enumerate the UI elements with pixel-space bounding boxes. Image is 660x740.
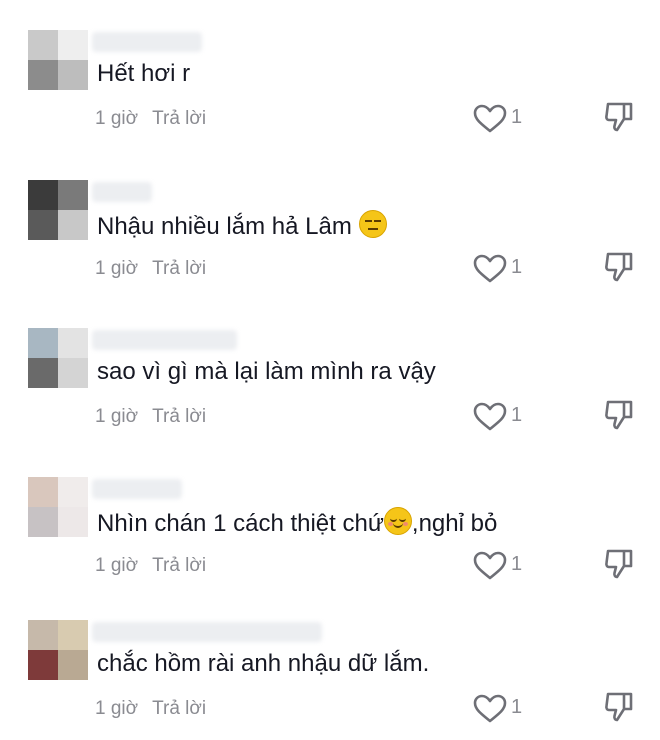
avatar-pixel <box>28 650 58 680</box>
avatar-pixel <box>28 328 58 358</box>
comment-item: Nhìn chán 1 cách thiệt chứ ,nghỉ bỏ 1 giờ… <box>0 447 660 597</box>
comment-item: chắc hồm rài anh nhậu dữ lắm. 1 giờ Trả l… <box>0 590 660 740</box>
avatar-pixel <box>28 358 58 388</box>
avatar-pixel <box>28 620 58 650</box>
like-count: 1 <box>511 696 523 718</box>
avatar-pixel <box>28 30 58 60</box>
avatar-pixel <box>58 328 88 358</box>
comment-text: chắc hồm rài anh nhậu dữ lắm. <box>97 650 430 677</box>
comment-text: Hết hơi r <box>97 60 191 87</box>
comment-time: 1 giờ <box>95 258 139 279</box>
comment-item: Nhậu nhiều lắm hả Lâm 1 giờ Trả lời 1 <box>0 150 660 300</box>
heart-icon[interactable] <box>472 104 508 134</box>
avatar[interactable] <box>28 30 88 90</box>
avatar-pixel <box>58 358 88 388</box>
avatar-pixel <box>58 60 88 90</box>
blurred-username[interactable] <box>92 182 152 202</box>
avatar-pixel <box>58 650 88 680</box>
expressionless-face-icon <box>358 210 387 238</box>
heart-icon[interactable] <box>472 402 508 432</box>
like-count: 1 <box>511 404 523 426</box>
heart-icon[interactable] <box>472 254 508 284</box>
avatar-pixel <box>58 210 88 240</box>
avatar-pixel <box>28 210 58 240</box>
avatar-pixel <box>28 477 58 507</box>
comment-time: 1 giờ <box>95 406 139 427</box>
dislike-icon[interactable] <box>602 398 636 432</box>
dislike-icon[interactable] <box>602 250 636 284</box>
avatar-pixel <box>58 30 88 60</box>
avatar-pixel <box>28 180 58 210</box>
like-count: 1 <box>511 553 523 575</box>
avatar-pixel <box>58 180 88 210</box>
heart-icon[interactable] <box>472 551 508 581</box>
comment-text: Nhìn chán 1 cách thiệt chứ ,nghỉ bỏ <box>97 507 497 538</box>
dislike-icon[interactable] <box>602 547 636 581</box>
comment-text-body: Nhậu nhiều lắm hả Lâm <box>97 213 352 240</box>
reply-button[interactable]: Trả lời <box>152 108 206 129</box>
comment-text: Nhậu nhiều lắm hả Lâm <box>97 210 387 241</box>
comment-meta: 1 giờ Trả lời <box>95 406 206 428</box>
comment-meta: 1 giờ Trả lời <box>95 698 206 720</box>
avatar-pixel <box>58 620 88 650</box>
dislike-icon[interactable] <box>602 690 636 724</box>
comment-time: 1 giờ <box>95 555 139 576</box>
reply-button[interactable]: Trả lời <box>152 698 206 719</box>
avatar-pixel <box>58 477 88 507</box>
comment-time: 1 giờ <box>95 108 139 129</box>
comment-meta: 1 giờ Trả lời <box>95 555 206 577</box>
avatar[interactable] <box>28 477 88 537</box>
comment-item: Hết hơi r 1 giờ Trả lời 1 <box>0 0 660 150</box>
avatar-pixel <box>58 507 88 537</box>
avatar-pixel <box>28 507 58 537</box>
blurred-username[interactable] <box>92 479 182 499</box>
avatar[interactable] <box>28 620 88 680</box>
blurred-username[interactable] <box>92 32 202 52</box>
comment-text-tail: ,nghỉ bỏ <box>411 510 498 537</box>
like-count: 1 <box>511 106 523 128</box>
relieved-face-icon <box>383 507 412 535</box>
reply-button[interactable]: Trả lời <box>152 258 206 279</box>
heart-icon[interactable] <box>472 694 508 724</box>
comment-meta: 1 giờ Trả lời <box>95 258 206 280</box>
dislike-icon[interactable] <box>602 100 636 134</box>
reply-button[interactable]: Trả lời <box>152 406 206 427</box>
comment-text: sao vì gì mà lại làm mình ra vậy <box>97 358 436 385</box>
comment-item: sao vì gì mà lại làm mình ra vậy 1 giờ Tr… <box>0 298 660 448</box>
like-count: 1 <box>511 256 523 278</box>
comment-time: 1 giờ <box>95 698 139 719</box>
blurred-username[interactable] <box>92 622 322 642</box>
comment-text-body: Nhìn chán 1 cách thiệt chứ <box>97 510 384 537</box>
reply-button[interactable]: Trả lời <box>152 555 206 576</box>
avatar[interactable] <box>28 328 88 388</box>
comment-meta: 1 giờ Trả lời <box>95 108 206 130</box>
blurred-username[interactable] <box>92 330 237 350</box>
avatar-pixel <box>28 60 58 90</box>
avatar[interactable] <box>28 180 88 240</box>
